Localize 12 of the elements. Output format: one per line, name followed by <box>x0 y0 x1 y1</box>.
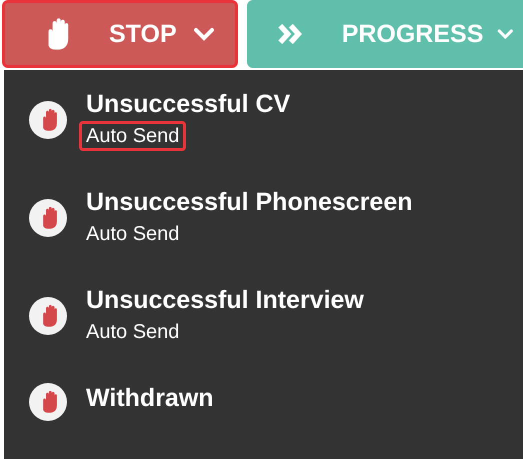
menu-item-title[interactable]: Withdrawn <box>86 382 214 414</box>
hand-icon <box>28 100 68 140</box>
hand-icon <box>28 296 68 336</box>
menu-item-title[interactable]: Unsuccessful Interview <box>86 284 364 316</box>
menu-item-subtitle: Auto Send <box>79 121 186 151</box>
hand-icon <box>28 198 68 238</box>
menu-item-title[interactable]: Unsuccessful CV <box>86 88 290 120</box>
chevron-icon <box>497 27 514 41</box>
stop-button[interactable]: STOP <box>2 0 238 68</box>
chevron-icon <box>193 27 215 41</box>
menu-item-title[interactable]: Unsuccessful Phonescreen <box>86 186 413 218</box>
hand-icon <box>28 382 68 422</box>
